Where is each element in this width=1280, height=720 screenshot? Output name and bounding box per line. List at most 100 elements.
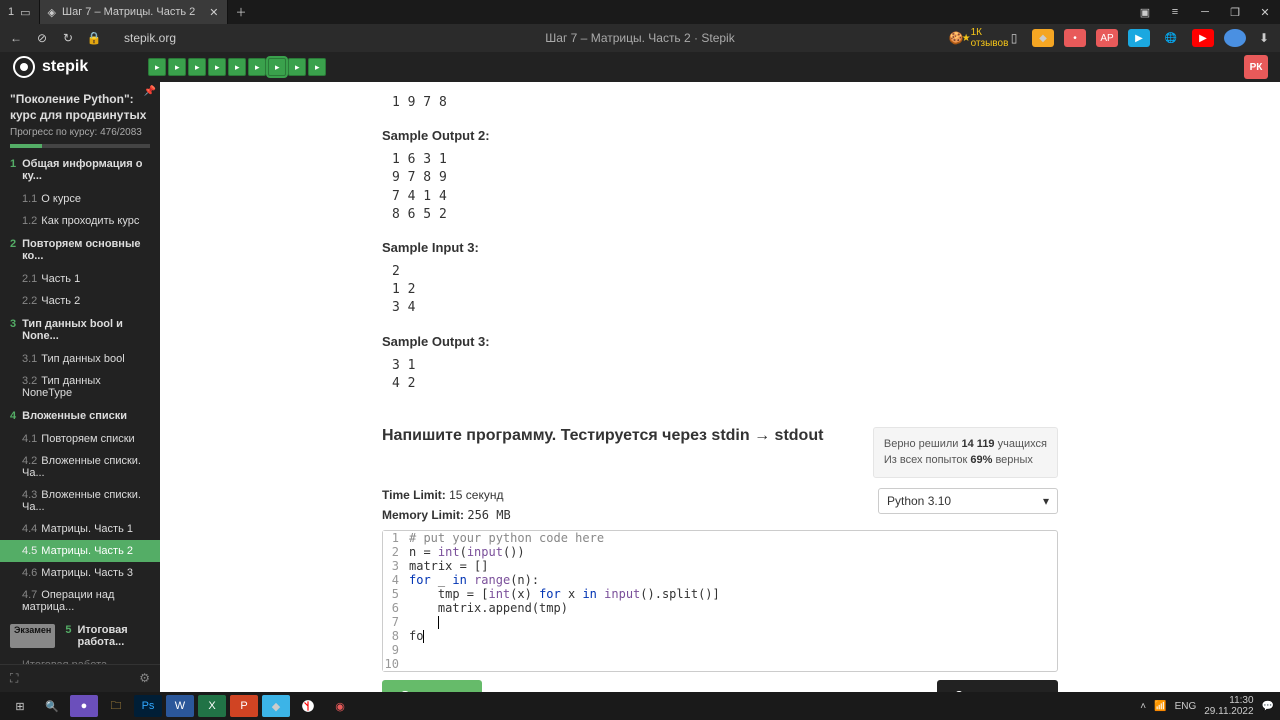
bookmark-icon[interactable]: ▯ [1006,31,1022,45]
stepik-topnav: stepik ▸ ▸ ▸ ▸ ▸ ▸ ▸ ▸ ▸ РК [0,52,1280,82]
user-avatar[interactable]: РК [1244,55,1268,79]
item-4-6[interactable]: 4.6Матрицы. Часть 3 [0,562,160,584]
step-2[interactable]: ▸ [168,58,186,76]
system-tray[interactable]: ˄ 📶 ENG 11:30 29.11.2022 💬 [1140,695,1274,717]
section-4[interactable]: 4Вложенные списки [0,404,160,428]
excel[interactable]: X [198,695,226,717]
section-2[interactable]: 2Повторяем основные ко... [0,232,160,268]
stepik-logo[interactable]: stepik [12,55,88,79]
notifications-icon[interactable]: 💬 [1262,701,1274,712]
step-7[interactable]: ▸ [268,58,286,76]
lesson-steps: ▸ ▸ ▸ ▸ ▸ ▸ ▸ ▸ ▸ [148,58,326,76]
powerpoint[interactable]: P [230,695,258,717]
ext-2[interactable]: • [1064,29,1086,47]
chevron-up-icon[interactable]: ˄ [1140,701,1146,712]
windows-taskbar: ⊞ 🔍 ● 🗀 Ps W X P ◆ ◉ ˄ 📶 ENG 11:30 29.11… [0,692,1280,720]
ext-globe[interactable]: 🌐 [1160,29,1182,47]
ext-yt[interactable]: ▶ [1192,29,1214,47]
step-1[interactable]: ▸ [148,58,166,76]
page-title: Шаг 7 – Матрицы. Часть 2 · Stepik [545,31,734,45]
progress-bar [10,144,150,148]
logo-icon [12,55,36,79]
reviews-badge[interactable]: ★ 1К отзывов [974,29,996,47]
close-button[interactable]: ✕ [1250,6,1280,19]
item-2-1[interactable]: 2.1Часть 1 [0,268,160,290]
cursor-icon [438,616,439,629]
item-4-7[interactable]: 4.7Операции над матрица... [0,584,160,618]
back-button[interactable]: ← [8,31,24,45]
section-3[interactable]: 3Тип данных bool и None... [0,312,160,348]
item-4-2[interactable]: 4.2Вложенные списки. Ча... [0,450,160,484]
language-indicator[interactable]: ENG [1175,701,1197,712]
item-4-3[interactable]: 4.3Вложенные списки. Ча... [0,484,160,518]
step-5[interactable]: ▸ [228,58,246,76]
address-bar: ← ⊘ ↻ 🔒 stepik.org Шаг 7 – Матрицы. Част… [0,24,1280,52]
url-field[interactable]: stepik.org [112,31,938,45]
yandex-browser[interactable] [294,695,322,717]
ext-1[interactable]: ◆ [1032,29,1054,47]
language-select[interactable]: Python 3.10 ▾ [878,488,1058,514]
tab-title: Шаг 7 – Матрицы. Часть 2 [62,6,195,18]
submit-button[interactable]: Отправить [382,680,482,692]
item-4-1[interactable]: 4.1Повторяем списки [0,428,160,450]
taskbar-app-2[interactable]: ◆ [262,695,290,717]
tab-icon: ▭ [20,6,30,19]
item-3-1[interactable]: 3.1Тип данных bool [0,348,160,370]
clock[interactable]: 11:30 29.11.2022 [1204,695,1253,717]
taskbar-app-3[interactable]: ◉ [326,695,354,717]
sample-input-3-label: Sample Input 3: [382,240,1058,255]
code-editor[interactable]: 1# put your python code here 2n = int(in… [382,530,1058,672]
photoshop[interactable]: Ps [134,695,162,717]
item-4-4[interactable]: 4.4Матрицы. Часть 1 [0,518,160,540]
downloads-icon[interactable]: ⬇ [1256,31,1272,45]
sample-pre: 1 9 7 8 [382,90,1058,116]
favicon-icon: ◈ [48,6,56,19]
shield-icon[interactable]: ⊘ [34,31,50,45]
network-icon[interactable]: 📶 [1154,701,1166,712]
start-button[interactable]: ⊞ [6,695,34,717]
maximize-button[interactable]: ❐ [1220,6,1250,19]
settings-icon[interactable]: ⚙ [139,671,150,686]
sample-output-2: 1 6 3 1 9 7 8 9 7 4 1 4 8 6 5 2 [382,147,1058,228]
stats-box: Верно решили 14 119 учащихся Из всех поп… [873,427,1058,478]
item-4-5[interactable]: 4.5Матрицы. Часть 2 [0,540,160,562]
minimize-button[interactable]: ─ [1190,6,1220,19]
course-title: "Поколение Python": курс для продвинутых [0,82,160,127]
item-1-2[interactable]: 1.2Как проходить курс [0,210,160,232]
step-6[interactable]: ▸ [248,58,266,76]
task-title: Напишите программу. Тестируется через st… [382,427,823,445]
section-5[interactable]: Экзамен5Итоговая работа... [0,618,160,654]
content-area[interactable]: 1 9 7 8 Sample Output 2: 1 6 3 1 9 7 8 9… [160,82,1280,692]
item-2-2[interactable]: 2.2Часть 2 [0,290,160,312]
reload-button[interactable]: ↻ [60,31,76,45]
menu-icon[interactable]: ≡ [1160,6,1190,19]
pip-icon[interactable]: ▣ [1130,6,1160,19]
item-1-1[interactable]: 1.1О курсе [0,188,160,210]
word[interactable]: W [166,695,194,717]
step-8[interactable]: ▸ [288,58,306,76]
sample-input-3: 2 1 2 3 4 [382,259,1058,322]
sample-output-3-label: Sample Output 3: [382,334,1058,349]
window-titlebar: 1 ▭ ◈ Шаг 7 – Матрицы. Часть 2 ✕ ＋ ▣ ≡ ─… [0,0,1280,24]
step-3[interactable]: ▸ [188,58,206,76]
browser-tab[interactable]: ◈ Шаг 7 – Матрицы. Часть 2 ✕ [40,0,228,24]
run-code-button[interactable]: Запустить код [937,680,1058,692]
fullscreen-icon[interactable]: ⛶ [10,671,18,686]
step-9[interactable]: ▸ [308,58,326,76]
ext-3[interactable]: ▶ [1128,29,1150,47]
new-tab-button[interactable]: ＋ [228,0,255,24]
taskbar-app-1[interactable]: ● [70,695,98,717]
progress-label: Прогресс по курсу: 476/2083 [0,127,160,144]
pin-icon[interactable]: 📌 [144,86,156,97]
section-1[interactable]: 1Общая информация о ку... [0,152,160,188]
ext-blue[interactable] [1224,29,1246,47]
file-explorer[interactable]: 🗀 [102,695,130,717]
item-3-2[interactable]: 3.2Тип данных NoneType [0,370,160,404]
tab-count[interactable]: 1 ▭ [0,0,40,24]
close-tab-icon[interactable]: ✕ [209,6,218,19]
ext-ap[interactable]: AP [1096,29,1118,47]
course-sidebar: 📌 "Поколение Python": курс для продвинут… [0,82,160,692]
search-button[interactable]: 🔍 [38,695,66,717]
sample-output-3: 3 1 4 2 [382,353,1058,397]
step-4[interactable]: ▸ [208,58,226,76]
